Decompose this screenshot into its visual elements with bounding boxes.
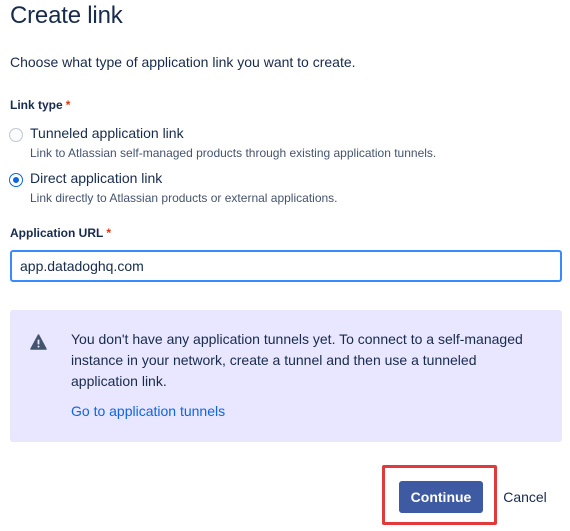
go-to-tunnels-link[interactable]: Go to application tunnels [71,403,225,419]
notice-message: You don't have any application tunnels y… [71,331,523,389]
application-url-label: Application URL * [10,226,111,240]
continue-button[interactable]: Continue [399,481,483,513]
radio-label-direct: Direct application link [30,170,163,186]
required-marker: * [106,226,111,240]
dialog-title: Create link [10,2,123,29]
cancel-button[interactable]: Cancel [494,481,556,513]
radio-description-direct: Link directly to Atlassian products or e… [30,191,338,205]
dialog-intro: Choose what type of application link you… [10,54,356,70]
warning-icon [30,334,47,350]
radio-label-tunneled: Tunneled application link [30,125,184,141]
radio-button-unchecked[interactable] [9,128,23,142]
radio-button-checked[interactable] [9,173,23,187]
required-marker: * [65,98,71,112]
link-type-label-text: Link type [10,98,63,112]
application-url-input[interactable] [10,250,562,282]
application-url-label-text: Application URL [10,226,104,240]
radio-description-tunneled: Link to Atlassian self-managed products … [30,146,437,160]
tunnels-notice: You don't have any application tunnels y… [10,310,562,442]
link-type-label: Link type * [10,98,70,112]
create-link-dialog: Create link Choose what type of applicat… [0,0,570,531]
